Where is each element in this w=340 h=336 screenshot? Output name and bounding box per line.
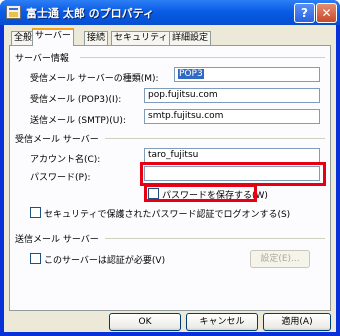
settings-button[interactable]: 設定(E)... [250, 250, 310, 268]
spa-checkbox[interactable] [30, 207, 41, 218]
cancel-button[interactable]: キャンセル [186, 313, 258, 331]
dialog-body: 全般 サーバー 接続 セキュリティ 詳細設定 サーバー情報 受信メール サーバー… [4, 25, 336, 332]
incoming-server-type-value: POP3 [178, 69, 204, 79]
password-label: パスワード(P): [30, 173, 91, 183]
tab-security[interactable]: セキュリティ [111, 31, 171, 45]
account-name-input[interactable]: taro_fujitsu [144, 148, 320, 163]
incoming-server-type-field: POP3 [174, 67, 320, 82]
server-info-heading: サーバー情報 [15, 54, 69, 64]
save-password-highlight-box [144, 184, 257, 202]
section-divider [105, 238, 325, 239]
apply-button[interactable]: 適用(A) [263, 313, 331, 331]
auth-required-checkbox[interactable] [30, 253, 41, 264]
server-tab-panel: サーバー情報 受信メール サーバーの種類(M): POP3 受信メール (POP… [9, 45, 331, 311]
account-name-label: アカウント名(C): [30, 155, 101, 165]
section-divider [80, 57, 325, 58]
window-title: 富士通 太郎 のプロパティ [26, 7, 154, 20]
incoming-server-type-label: 受信メール サーバーの種類(M): [30, 74, 159, 84]
password-highlight-box [140, 162, 326, 186]
close-button[interactable]: ✕ [316, 3, 337, 23]
outgoing-smtp-input[interactable]: smtp.fujitsu.com [144, 109, 320, 124]
help-button[interactable]: ? [294, 3, 315, 23]
tab-server[interactable]: サーバー [32, 28, 74, 46]
tab-advanced[interactable]: 詳細設定 [169, 31, 212, 45]
account-properties-icon [6, 5, 21, 19]
section-divider [105, 138, 325, 139]
incoming-server-heading: 受信メール サーバー [15, 135, 99, 145]
ok-button[interactable]: OK [109, 313, 181, 331]
tab-connection[interactable]: 接続 [84, 31, 109, 45]
outgoing-smtp-label: 送信メール (SMTP)(U): [30, 116, 126, 126]
outgoing-server-heading: 送信メール サーバー [15, 235, 99, 245]
spa-label[interactable]: セキュリティで保護されたパスワード認証でログオンする(S) [44, 207, 290, 220]
properties-window: 富士通 太郎 のプロパティ ? ✕ 全般 サーバー 接続 セキュリティ 詳細設定… [0, 0, 340, 336]
auth-required-label[interactable]: このサーバーは認証が必要(V) [44, 253, 165, 266]
title-bar[interactable]: 富士通 太郎 のプロパティ ? ✕ [0, 0, 340, 25]
incoming-pop3-input[interactable]: pop.fujitsu.com [144, 88, 320, 103]
incoming-pop3-label: 受信メール (POP3)(I): [30, 95, 122, 105]
